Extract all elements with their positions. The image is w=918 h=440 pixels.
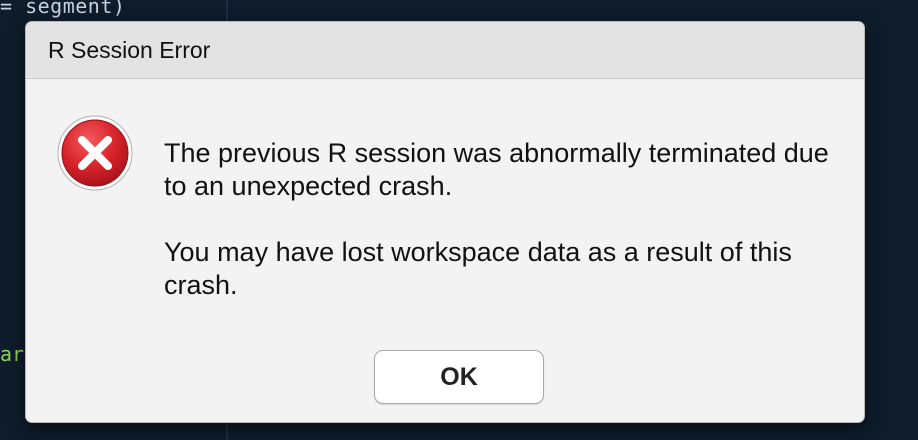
dialog-titlebar[interactable]: R Session Error <box>26 22 864 79</box>
error-x-icon <box>56 114 134 192</box>
message-paragraph-2: You may have lost workspace data as a re… <box>164 237 792 300</box>
code-line: = segment) <box>0 0 126 18</box>
dialog-message: The previous R session was abnormally te… <box>164 137 854 335</box>
ok-button[interactable]: OK <box>374 350 544 404</box>
message-paragraph-1: The previous R session was abnormally te… <box>164 138 829 201</box>
error-dialog: R Session Error The previous R session w… <box>26 22 864 422</box>
dialog-title: R Session Error <box>48 37 211 63</box>
